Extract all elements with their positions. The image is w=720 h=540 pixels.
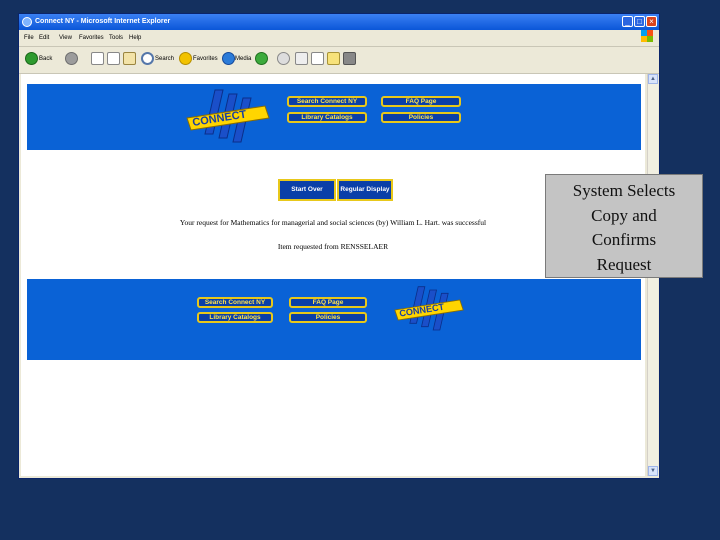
menu-view[interactable]: View (59, 30, 72, 46)
discuss-icon[interactable] (327, 52, 340, 65)
refresh-icon[interactable] (107, 52, 120, 65)
menu-edit[interactable]: Edit (39, 30, 49, 46)
regular-display-button[interactable]: Regular Display (337, 179, 393, 201)
connect-ny-logo-icon: CONNECT (186, 89, 270, 143)
ie-logo-icon (22, 17, 32, 27)
bottom-policies-button[interactable]: Policies (289, 312, 367, 323)
bottom-connect-ny-logo-icon: CONNECT (394, 286, 464, 331)
callout-line-3: Confirms (591, 230, 657, 249)
print-icon[interactable] (295, 52, 308, 65)
library-catalogs-button[interactable]: Library Catalogs (287, 112, 367, 123)
media-button-label[interactable]: Media (235, 52, 251, 66)
scroll-up-arrow-icon[interactable]: ▲ (648, 74, 658, 84)
search-connect-ny-button[interactable]: Search Connect NY (287, 96, 367, 107)
back-arrow-icon[interactable] (25, 52, 38, 65)
callout-line-4: Request (596, 254, 652, 274)
scroll-down-arrow-icon[interactable]: ▼ (648, 466, 658, 476)
menu-tools[interactable]: Tools (109, 30, 123, 46)
favorites-star-icon[interactable] (179, 52, 192, 65)
bottom-banner: Search Connect NY FAQ Page Library Catal… (27, 279, 641, 360)
search-icon[interactable] (141, 52, 154, 65)
toolbar: Back Search Favorites Media (19, 47, 659, 74)
bottom-search-connect-ny-button[interactable]: Search Connect NY (197, 297, 273, 308)
media-icon[interactable] (222, 52, 235, 65)
back-button-label[interactable]: Back (39, 52, 52, 66)
messenger-icon[interactable] (343, 52, 356, 65)
callout-line-2: Copy and (591, 205, 657, 225)
menu-file[interactable]: File (24, 30, 34, 46)
bottom-faq-page-button[interactable]: FAQ Page (289, 297, 367, 308)
favorites-button-label[interactable]: Favorites (193, 52, 218, 66)
home-icon[interactable] (123, 52, 136, 65)
policies-button[interactable]: Policies (381, 112, 461, 123)
menu-favorites[interactable]: Favorites (79, 30, 104, 46)
window-title: Connect NY - Microsoft Internet Explorer (35, 18, 171, 25)
windows-logo-icon (641, 30, 653, 42)
minimize-button[interactable]: _ (622, 16, 633, 27)
edit-icon[interactable] (311, 52, 324, 65)
maximize-button[interactable]: □ (634, 16, 645, 27)
annotation-callout: System Selects Copy and Confirms Request (545, 174, 703, 278)
bottom-library-catalogs-button[interactable]: Library Catalogs (197, 312, 273, 323)
menu-help[interactable]: Help (129, 30, 141, 46)
search-button-label[interactable]: Search (155, 52, 174, 66)
stop-icon[interactable] (91, 52, 104, 65)
callout-line-1: System Selects (572, 181, 676, 200)
menu-bar: File Edit View Favorites Tools Help (19, 30, 659, 47)
forward-arrow-icon[interactable] (65, 52, 78, 65)
title-bar[interactable]: Connect NY - Microsoft Internet Explorer… (19, 14, 659, 30)
start-over-button[interactable]: Start Over (278, 179, 336, 201)
mail-icon[interactable] (277, 52, 290, 65)
close-button[interactable]: × (646, 16, 657, 27)
history-icon[interactable] (255, 52, 268, 65)
top-banner: CONNECT Search Connect NY FAQ Page Libra… (27, 84, 641, 150)
faq-page-button[interactable]: FAQ Page (381, 96, 461, 107)
